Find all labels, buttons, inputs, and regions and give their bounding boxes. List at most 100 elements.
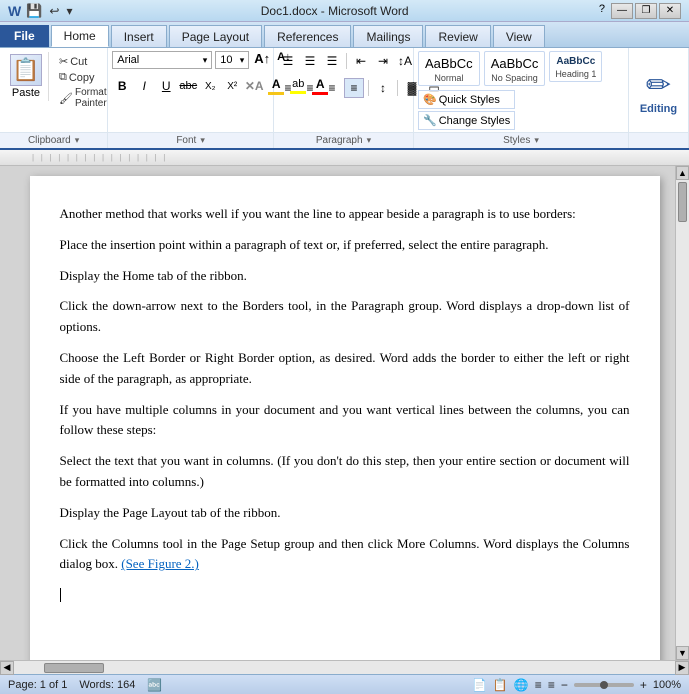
style-heading1[interactable]: AaBbCc Heading 1: [549, 51, 602, 82]
word-count: Words: 164: [79, 679, 135, 691]
vertical-scrollbar[interactable]: ▲ ▼: [675, 166, 689, 660]
view-fullread-button[interactable]: 📋: [493, 678, 508, 692]
h-scroll-thumb[interactable]: [44, 663, 104, 673]
paragraph-label: Paragraph: [316, 135, 363, 146]
para-5: Choose the Left Border or Right Border o…: [60, 348, 630, 390]
editing-button[interactable]: ✏ Editing: [640, 68, 677, 115]
minimize-button[interactable]: —: [611, 3, 633, 19]
justify-button[interactable]: ≡: [344, 78, 364, 98]
italic-button[interactable]: I: [134, 76, 154, 96]
scroll-down-button[interactable]: ▼: [676, 646, 689, 660]
scroll-left-button[interactable]: ◀: [0, 661, 14, 675]
underline-button[interactable]: U: [156, 76, 176, 96]
font-expand-icon[interactable]: ▾: [200, 135, 205, 146]
decrease-indent-button[interactable]: ⇤: [351, 51, 371, 71]
title-bar: W 💾 ↩ ▾ Doc1.docx - Microsoft Word ? — ❐…: [0, 0, 689, 22]
para-8: Display the Page Layout tab of the ribbo…: [60, 503, 630, 524]
h-scroll-track[interactable]: [14, 661, 675, 675]
restore-button[interactable]: ❐: [635, 3, 657, 19]
ribbon-tab-bar: File Home Insert Page Layout References …: [0, 22, 689, 48]
superscript-button[interactable]: X²: [222, 76, 242, 96]
ribbon-content: 📋 Paste ✂ Cut ⧉ Copy 🖌 Format Painter: [0, 48, 689, 148]
view-web-button[interactable]: 🌐: [514, 678, 529, 692]
ribbon: 📋 Paste ✂ Cut ⧉ Copy 🖌 Format Painter: [0, 48, 689, 150]
window-controls: ? — ❐ ✕: [595, 3, 681, 19]
tab-insert[interactable]: Insert: [111, 25, 167, 47]
numbering-button[interactable]: ☰: [300, 51, 320, 71]
quick-styles-button[interactable]: 🎨 Quick Styles: [418, 90, 515, 109]
font-name-size-row: Arial ▾ 10 ▾ A↑ A↓: [112, 51, 292, 69]
tab-page-layout[interactable]: Page Layout: [169, 25, 262, 47]
style-normal[interactable]: AaBbCc Normal: [418, 51, 480, 86]
align-right-button[interactable]: ≡: [322, 78, 342, 98]
scroll-thumb[interactable]: [678, 182, 687, 222]
language-icon[interactable]: 🔤: [147, 678, 162, 692]
scissors-icon: ✂: [59, 55, 68, 68]
tab-home[interactable]: Home: [51, 25, 109, 47]
undo-qa-button[interactable]: ↩: [47, 3, 61, 19]
copy-button[interactable]: ⧉ Copy: [57, 70, 109, 85]
clipboard-label: Clipboard: [28, 135, 71, 146]
tab-mailings[interactable]: Mailings: [353, 25, 423, 47]
subscript-button[interactable]: X₂: [200, 76, 220, 96]
main-area: | | | | | | | | | | | | | | | | Another …: [0, 150, 689, 674]
help-button[interactable]: ?: [595, 3, 609, 19]
view-draft-button[interactable]: ≡: [548, 678, 555, 692]
align-left-button[interactable]: ≡: [278, 78, 298, 98]
close-button[interactable]: ✕: [659, 3, 681, 19]
sort-button[interactable]: ↕A: [395, 51, 415, 71]
scroll-right-button[interactable]: ▶: [675, 661, 689, 675]
tab-review[interactable]: Review: [425, 25, 490, 47]
style-no-spacing[interactable]: AaBbCc No Spacing: [484, 51, 546, 86]
strikethrough-button[interactable]: abc: [178, 76, 198, 96]
styles-group-footer: Styles ▾: [414, 132, 628, 148]
line-spacing-button[interactable]: ↕: [373, 78, 393, 98]
style-nospacing-preview: AaBbCc: [489, 54, 541, 73]
horizontal-scrollbar[interactable]: ◀ ▶: [0, 660, 689, 674]
word-logo-icon: W: [8, 3, 21, 19]
text-cursor: [60, 588, 61, 602]
zoom-plus-button[interactable]: +: [640, 678, 647, 692]
para-1: Another method that works well if you wa…: [60, 204, 630, 225]
zoom-thumb: [600, 681, 608, 689]
scroll-up-button[interactable]: ▲: [676, 166, 689, 180]
tab-view[interactable]: View: [493, 25, 545, 47]
save-qa-button[interactable]: 💾: [24, 2, 44, 20]
align-center-button[interactable]: ≡: [300, 78, 320, 98]
font-group: Arial ▾ 10 ▾ A↑ A↓ B I U abc X₂ X: [108, 48, 274, 148]
paste-button[interactable]: 📋 Paste: [4, 52, 49, 101]
clipboard-group: 📋 Paste ✂ Cut ⧉ Copy 🖌 Format Painter: [0, 48, 108, 148]
bold-button[interactable]: B: [112, 76, 132, 96]
zoom-slider[interactable]: [574, 683, 634, 687]
view-outline-button[interactable]: ≡: [535, 678, 542, 692]
zoom-percent: 100%: [653, 679, 681, 691]
scroll-track[interactable]: [676, 180, 689, 646]
multilevel-button[interactable]: ☰: [322, 51, 342, 71]
font-size-dropdown-arrow: ▾: [240, 55, 245, 66]
paragraph-expand-icon[interactable]: ▾: [367, 135, 372, 146]
tab-references[interactable]: References: [264, 25, 351, 47]
cursor-para[interactable]: [60, 585, 630, 606]
figure2-link[interactable]: (See Figure 2.): [121, 556, 199, 571]
clear-format-button[interactable]: ✕A: [244, 76, 264, 96]
format-painter-button[interactable]: 🖌 Format Painter: [57, 86, 109, 110]
bullets-button[interactable]: ☰: [278, 51, 298, 71]
font-group-footer: Font ▾: [108, 132, 273, 148]
styles-expand-icon[interactable]: ▾: [534, 135, 539, 146]
para-divider2: [368, 80, 369, 96]
para-9: Click the Columns tool in the Page Setup…: [60, 534, 630, 576]
zoom-minus-button[interactable]: −: [561, 678, 568, 692]
tab-file[interactable]: File: [0, 25, 49, 47]
font-size-dropdown[interactable]: 10 ▾: [215, 51, 249, 69]
view-print-button[interactable]: 📄: [472, 678, 487, 692]
para-divider: [346, 53, 347, 69]
qa-dropdown-button[interactable]: ▾: [64, 3, 74, 19]
status-right: 📄 📋 🌐 ≡ ≡ − + 100%: [472, 678, 681, 692]
font-name-dropdown[interactable]: Arial ▾: [112, 51, 212, 69]
change-styles-button[interactable]: 🔧 Change Styles: [418, 111, 515, 130]
cut-button[interactable]: ✂ Cut: [57, 54, 109, 69]
increase-indent-button[interactable]: ⇥: [373, 51, 393, 71]
para-3: Display the Home tab of the ribbon.: [60, 266, 630, 287]
grow-font-button[interactable]: A↑: [252, 51, 272, 69]
clipboard-expand-icon[interactable]: ▾: [75, 135, 80, 146]
